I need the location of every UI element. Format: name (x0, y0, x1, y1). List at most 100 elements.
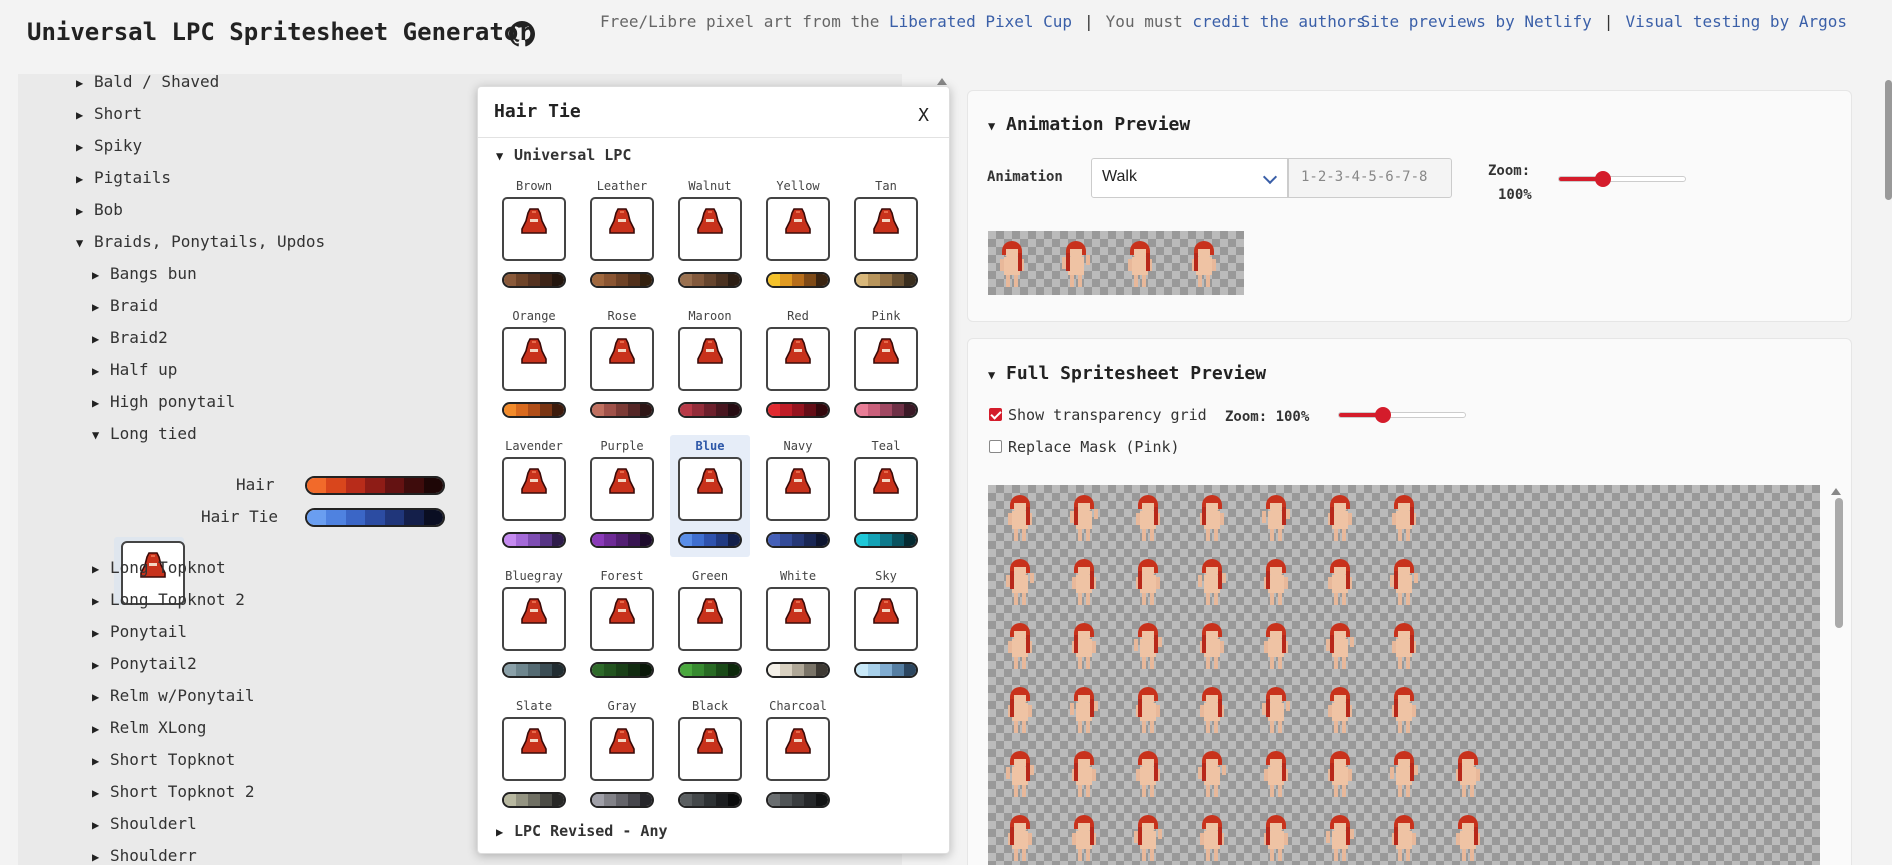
color-preview-box[interactable] (502, 457, 566, 521)
tree-item[interactable]: ▶ Braid2 (92, 328, 168, 347)
color-preview-box[interactable] (678, 587, 742, 651)
replace-mask-checkbox[interactable] (989, 440, 1002, 453)
netlify-link[interactable]: Site previews by Netlify (1361, 12, 1592, 31)
color-preview-box[interactable] (590, 197, 654, 261)
hair-color-swatch[interactable] (305, 476, 445, 495)
color-preview-box[interactable] (590, 717, 654, 781)
color-preview-box[interactable] (678, 457, 742, 521)
color-option-green[interactable]: Green (670, 565, 750, 687)
sheet-scroll-up-icon[interactable] (1831, 488, 1841, 495)
hair-tie-color-swatch[interactable] (305, 508, 445, 527)
animation-select[interactable]: Walk (1091, 158, 1288, 198)
color-preview-box[interactable] (854, 587, 918, 651)
color-option-lavender[interactable]: Lavender (494, 435, 574, 557)
color-option-walnut[interactable]: Walnut (670, 175, 750, 297)
color-option-bluegray[interactable]: Bluegray (494, 565, 574, 687)
full-zoom-slider[interactable] (1338, 407, 1466, 423)
color-preview-box[interactable] (502, 587, 566, 651)
color-option-white[interactable]: White (758, 565, 838, 687)
color-option-maroon[interactable]: Maroon (670, 305, 750, 427)
tree-item[interactable]: ▶ Bob (76, 200, 123, 219)
tree-item[interactable]: ▶ Relm XLong (92, 718, 206, 737)
tree-item[interactable]: ▶ Short Topknot (92, 750, 235, 769)
lpc-link[interactable]: Liberated Pixel Cup (889, 12, 1072, 31)
tree-item[interactable]: ▼ Braids, Ponytails, Updos (76, 232, 325, 251)
tree-item[interactable]: ▼ Long tied (92, 424, 197, 443)
tree-item[interactable]: ▶ Pigtails (76, 168, 171, 187)
caret-right-icon: ▶ (76, 108, 84, 122)
color-option-rose[interactable]: Rose (582, 305, 662, 427)
tree-item[interactable]: ▶ Half up (92, 360, 177, 379)
color-option-leather[interactable]: Leather (582, 175, 662, 297)
slider-knob[interactable] (1595, 171, 1612, 187)
slider-knob[interactable] (1375, 407, 1392, 423)
palette-chip (640, 274, 652, 286)
section-lpc-revised[interactable]: ▶ LPC Revised - Any (496, 822, 668, 840)
tree-item[interactable]: ▶ High ponytail (92, 392, 235, 411)
animation-zoom-slider[interactable] (1558, 171, 1686, 187)
github-icon[interactable] (509, 21, 535, 47)
tree-item[interactable]: ▶ Long Topknot 2 (92, 590, 245, 609)
tree-item[interactable]: ▶ Bangs bun (92, 264, 197, 283)
color-preview-box[interactable] (854, 197, 918, 261)
color-option-navy[interactable]: Navy (758, 435, 838, 557)
tree-item[interactable]: ▶ Ponytail2 (92, 654, 197, 673)
color-preview-box[interactable] (502, 717, 566, 781)
tree-item[interactable]: ▶ Bald / Shaved (76, 74, 219, 91)
animation-preview-toggle[interactable]: ▼ Animation Preview (988, 114, 1190, 135)
color-preview-box[interactable] (854, 327, 918, 391)
tree-item[interactable]: ▶ Braid (92, 296, 158, 315)
sheet-scrollbar[interactable] (1835, 498, 1843, 628)
color-option-sky[interactable]: Sky (846, 565, 926, 687)
color-option-yellow[interactable]: Yellow (758, 175, 838, 297)
color-option-brown[interactable]: Brown (494, 175, 574, 297)
tree-item[interactable]: ▶ Shoulderl (92, 814, 197, 833)
tree-item[interactable]: ▶ Short Topknot 2 (92, 782, 255, 801)
color-preview-box[interactable] (766, 327, 830, 391)
show-grid-checkbox[interactable] (989, 408, 1002, 421)
palette-chip (692, 794, 704, 806)
frames-input[interactable]: 1-2-3-4-5-6-7-8 (1288, 158, 1452, 198)
color-preview-box[interactable] (854, 457, 918, 521)
color-preview-box[interactable] (678, 717, 742, 781)
color-preview-box[interactable] (766, 587, 830, 651)
argos-link[interactable]: Visual testing by Argos (1625, 12, 1847, 31)
full-spritesheet-toggle[interactable]: ▼ Full Spritesheet Preview (988, 363, 1266, 384)
color-option-tan[interactable]: Tan (846, 175, 926, 297)
color-option-red[interactable]: Red (758, 305, 838, 427)
palette-chip (692, 404, 704, 416)
color-option-forest[interactable]: Forest (582, 565, 662, 687)
color-option-slate[interactable]: Slate (494, 695, 574, 817)
color-preview-box[interactable] (502, 327, 566, 391)
color-preview-box[interactable] (678, 197, 742, 261)
color-preview-box[interactable] (766, 717, 830, 781)
tree-scroll-up-icon[interactable] (937, 78, 947, 85)
tree-item[interactable]: ▶ Relm w/Ponytail (92, 686, 255, 705)
tree-item[interactable]: ▶ Shoulderr (92, 846, 197, 865)
color-option-blue[interactable]: Blue (670, 435, 750, 557)
tree-item[interactable]: ▶ Long Topknot (92, 558, 226, 577)
palette-chip (504, 534, 516, 546)
tree-item[interactable]: ▶ Short (76, 104, 142, 123)
color-preview-box[interactable] (766, 197, 830, 261)
credit-authors-link[interactable]: credit the authors (1192, 12, 1365, 31)
color-option-black[interactable]: Black (670, 695, 750, 817)
palette-chip (552, 404, 564, 416)
color-preview-box[interactable] (678, 327, 742, 391)
page-scrollbar[interactable] (1885, 80, 1892, 200)
color-preview-box[interactable] (502, 197, 566, 261)
color-option-orange[interactable]: Orange (494, 305, 574, 427)
color-option-teal[interactable]: Teal (846, 435, 926, 557)
tree-item[interactable]: ▶ Spiky (76, 136, 142, 155)
section-universal-lpc[interactable]: ▼ Universal LPC (496, 146, 631, 164)
color-option-charcoal[interactable]: Charcoal (758, 695, 838, 817)
tree-item[interactable]: ▶ Ponytail (92, 622, 187, 641)
color-preview-box[interactable] (590, 327, 654, 391)
color-option-purple[interactable]: Purple (582, 435, 662, 557)
color-preview-box[interactable] (590, 457, 654, 521)
color-option-pink[interactable]: Pink (846, 305, 926, 427)
color-preview-box[interactable] (766, 457, 830, 521)
color-preview-box[interactable] (590, 587, 654, 651)
modal-close-button[interactable]: X (918, 105, 929, 126)
color-option-gray[interactable]: Gray (582, 695, 662, 817)
